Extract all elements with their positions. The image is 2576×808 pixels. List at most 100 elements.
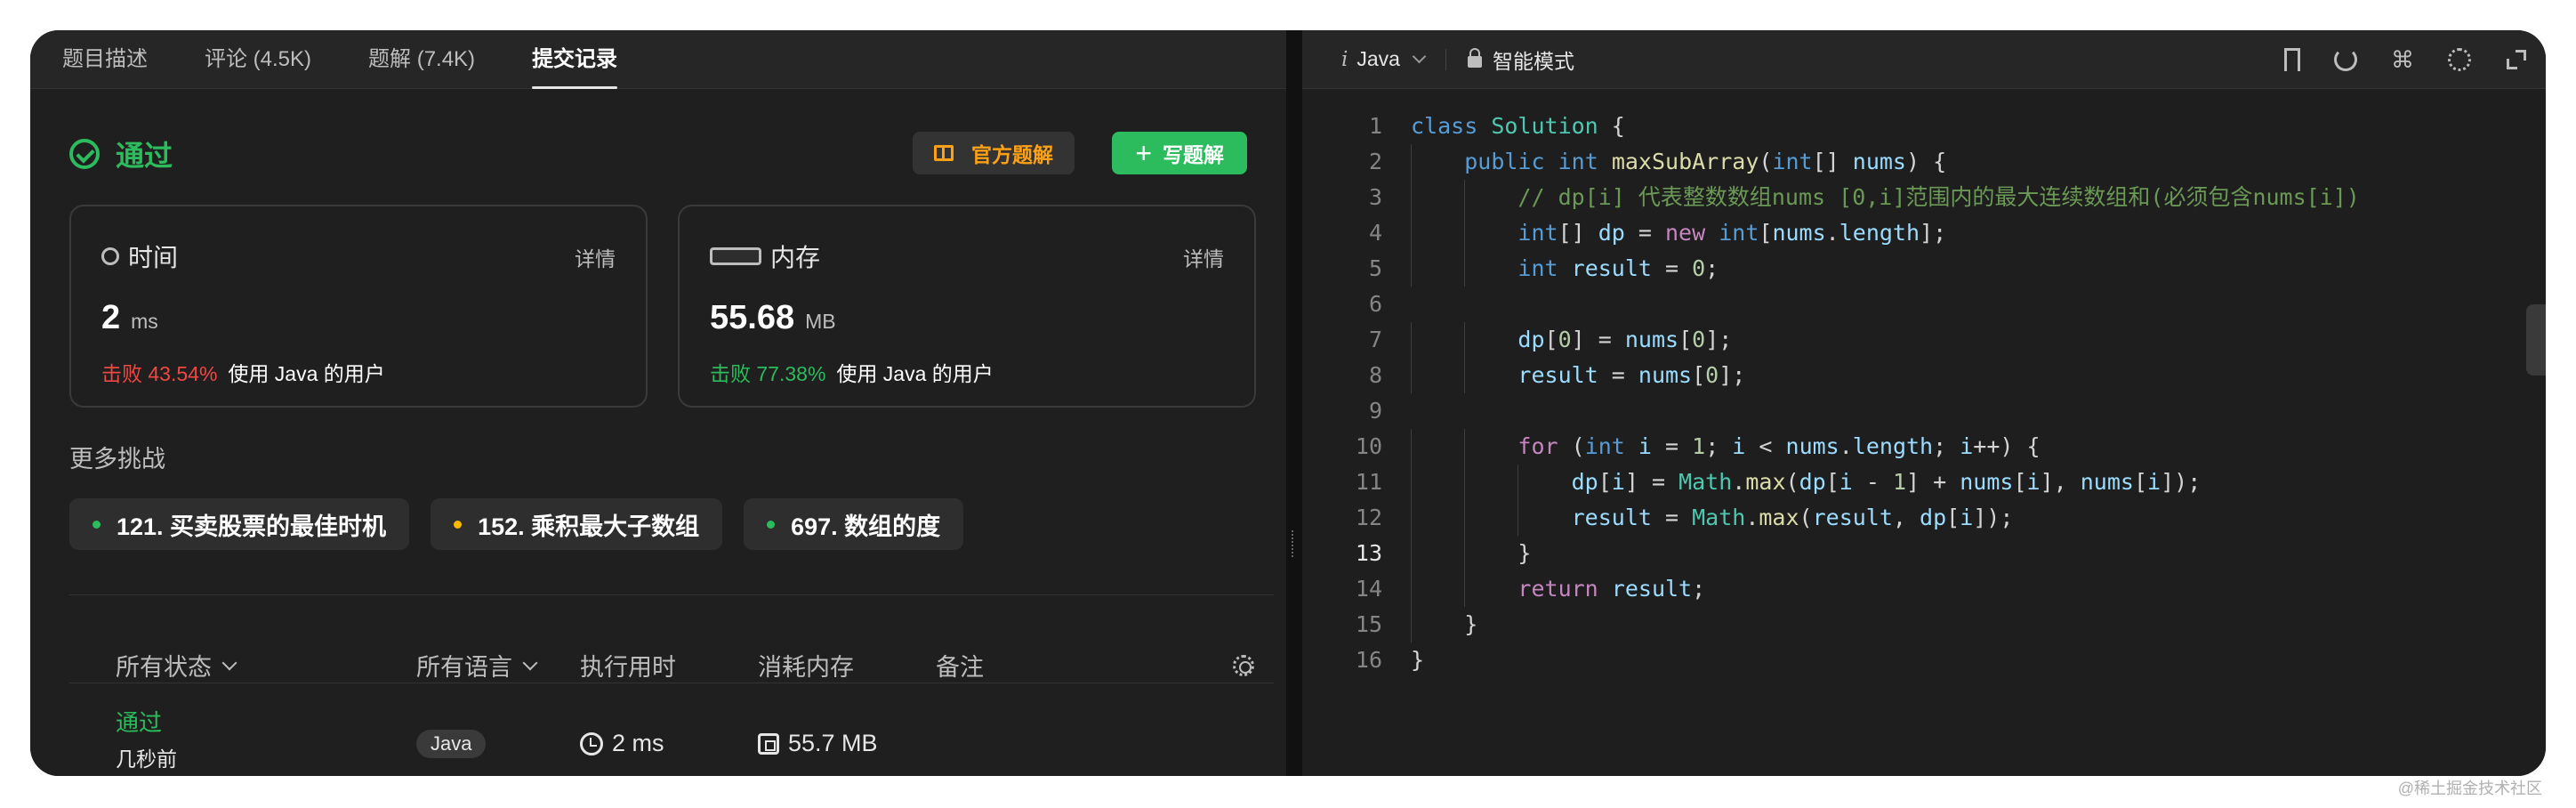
column-memory-label: 消耗内存	[758, 654, 854, 681]
code-line[interactable]: 4 int[] dp = new int[nums.length];	[1302, 215, 2546, 251]
tab-submissions[interactable]: 提交记录	[532, 30, 618, 89]
check-circle-icon	[69, 139, 100, 169]
official-solution-button[interactable]: 官方题解	[913, 132, 1075, 174]
memory-detail-link[interactable]: 详情	[1183, 242, 1224, 272]
code-editor-panel: i Java 智能模式 ⌘ 1 class Solution {2 public …	[1302, 30, 2546, 776]
runtime-beat-text: 使用 Java 的用户	[228, 362, 385, 385]
clock-icon	[580, 731, 603, 755]
code-line[interactable]: 14 return result;	[1302, 571, 2546, 607]
code-line[interactable]: 1 class Solution {	[1302, 109, 2546, 144]
memory-value: 55.68 MB	[710, 299, 1224, 337]
filter-language[interactable]: 所有语言	[416, 648, 538, 683]
column-notes: 备注	[936, 648, 984, 683]
code-text: }	[1411, 611, 1478, 637]
line-number: 3	[1368, 184, 1382, 210]
filter-status[interactable]: 所有状态	[116, 648, 237, 683]
line-number: 13	[1355, 540, 1382, 566]
code-line[interactable]: 10 for (int i = 1; i < nums.length; i++)…	[1302, 429, 2546, 465]
code-line[interactable]: 12 result = Math.max(result, dp[i]);	[1302, 500, 2546, 536]
memory-card[interactable]: 内存 详情 55.68 MB 击败 77.38% 使用 Java 的用户	[678, 205, 1256, 408]
runtime-unit: ms	[131, 310, 158, 333]
section-divider	[69, 594, 1274, 595]
table-row[interactable]: 通过 几秒前 Java 2 ms 55.7 MB	[69, 699, 1274, 771]
code-text: class Solution {	[1411, 113, 1625, 139]
lock-icon	[1467, 48, 1482, 68]
runtime-number: 2	[101, 299, 121, 336]
code-area[interactable]: 1 class Solution {2 public int maxSubArra…	[1302, 109, 2546, 678]
stopwatch-icon	[101, 247, 119, 265]
info-icon: i	[1341, 47, 1348, 71]
line-number: 11	[1355, 469, 1382, 495]
side-drawer-tab[interactable]	[2526, 304, 2546, 376]
more-challenges-title: 更多挑战	[69, 446, 165, 473]
column-notes-label: 备注	[936, 654, 984, 681]
official-solution-label: 官方题解	[971, 143, 1053, 166]
code-line[interactable]: 5 int result = 0;	[1302, 251, 2546, 287]
command-icon[interactable]: ⌘	[2391, 48, 2414, 71]
code-line[interactable]: 8 result = nums[0];	[1302, 358, 2546, 393]
memory-card-header: 内存	[710, 238, 1224, 274]
code-line[interactable]: 11 dp[i] = Math.max(dp[i - 1] + nums[i],…	[1302, 465, 2546, 500]
code-text: // dp[i] 代表整数数组nums [0,i]范围内的最大连续数组和(必须包…	[1517, 184, 2360, 210]
runtime-beat: 击败 43.54% 使用 Java 的用户	[101, 357, 616, 387]
line-number: 7	[1368, 327, 1382, 352]
difficulty-dot	[767, 520, 776, 529]
code-text: int[] dp = new int[nums.length];	[1517, 220, 1947, 246]
code-text: }	[1411, 647, 1425, 673]
challenge-label: 152. 乘积最大子数组	[478, 513, 700, 540]
chevron-down-icon	[221, 655, 237, 670]
tab-description[interactable]: 题目描述	[62, 30, 148, 89]
status-text: 通过	[116, 140, 173, 172]
row-language-badge: Java	[416, 730, 487, 758]
row-memory-value: 55.7 MB	[788, 730, 878, 756]
code-line[interactable]: 13 }	[1302, 536, 2546, 571]
drag-grip-icon[interactable]	[1292, 530, 1295, 557]
code-line[interactable]: 6	[1302, 287, 2546, 322]
tab-solutions[interactable]: 题解 (7.4K)	[368, 30, 475, 89]
line-number: 14	[1355, 576, 1382, 602]
memory-title: 内存	[770, 244, 821, 271]
code-text: for (int i = 1; i < nums.length; i++) {	[1517, 433, 2041, 459]
language-label: Java	[1356, 47, 1400, 70]
difficulty-dot	[454, 520, 463, 529]
line-number: 9	[1368, 398, 1382, 424]
code-line[interactable]: 16}	[1302, 642, 2546, 678]
code-line[interactable]: 15 }	[1302, 607, 2546, 642]
runtime-title: 时间	[128, 244, 179, 271]
challenge-chip[interactable]: 152. 乘积最大子数组	[431, 498, 723, 550]
line-number: 5	[1368, 255, 1382, 281]
bookmark-icon[interactable]	[2284, 48, 2300, 71]
code-text: public int maxSubArray(int[] nums) {	[1464, 149, 1947, 174]
code-line[interactable]: 9	[1302, 393, 2546, 429]
code-text: return result;	[1517, 576, 1706, 602]
challenge-label: 697. 数组的度	[791, 513, 941, 540]
runtime-beat-percent: 击败 43.54%	[101, 362, 218, 385]
runtime-detail-link[interactable]: 详情	[575, 242, 616, 272]
challenge-chip[interactable]: 697. 数组的度	[744, 498, 964, 550]
code-line[interactable]: 7 dp[0] = nums[0];	[1302, 322, 2546, 358]
language-select[interactable]: i Java	[1341, 47, 1427, 71]
write-solution-button[interactable]: + 写题解	[1112, 132, 1247, 174]
reset-icon[interactable]	[2334, 48, 2357, 71]
column-runtime-label: 执行用时	[580, 654, 676, 681]
gear-icon[interactable]	[1233, 655, 1254, 676]
code-line[interactable]: 3 // dp[i] 代表整数数组nums [0,i]范围内的最大连续数组和(必…	[1302, 180, 2546, 215]
runtime-card[interactable]: 时间 详情 2 ms 击败 43.54% 使用 Java 的用户	[69, 205, 648, 408]
smart-mode-toggle[interactable]: 智能模式	[1467, 44, 1574, 75]
code-text: result = Math.max(result, dp[i]);	[1571, 505, 2014, 530]
editor-toolbar: i Java 智能模式 ⌘	[1302, 30, 2546, 89]
panel-resize-handle[interactable]	[1286, 30, 1302, 776]
challenge-chip[interactable]: 121. 买卖股票的最佳时机	[69, 498, 410, 550]
memory-unit: MB	[805, 310, 836, 333]
memory-beat-percent: 击败 77.38%	[710, 362, 826, 385]
line-number: 16	[1355, 647, 1382, 673]
runtime-card-header: 时间	[101, 238, 616, 274]
submission-panel: 题目描述 评论 (4.5K) 题解 (7.4K) 提交记录 通过 官方题解 + …	[30, 30, 1286, 776]
code-line[interactable]: 2 public int maxSubArray(int[] nums) {	[1302, 144, 2546, 180]
tab-comments[interactable]: 评论 (4.5K)	[205, 30, 311, 89]
fullscreen-icon[interactable]	[2505, 48, 2528, 71]
memory-beat: 击败 77.38% 使用 Java 的用户	[710, 357, 1224, 387]
settings-icon[interactable]	[2448, 48, 2471, 71]
filter-language-label: 所有语言	[416, 654, 512, 681]
row-status[interactable]: 通过	[116, 705, 162, 738]
